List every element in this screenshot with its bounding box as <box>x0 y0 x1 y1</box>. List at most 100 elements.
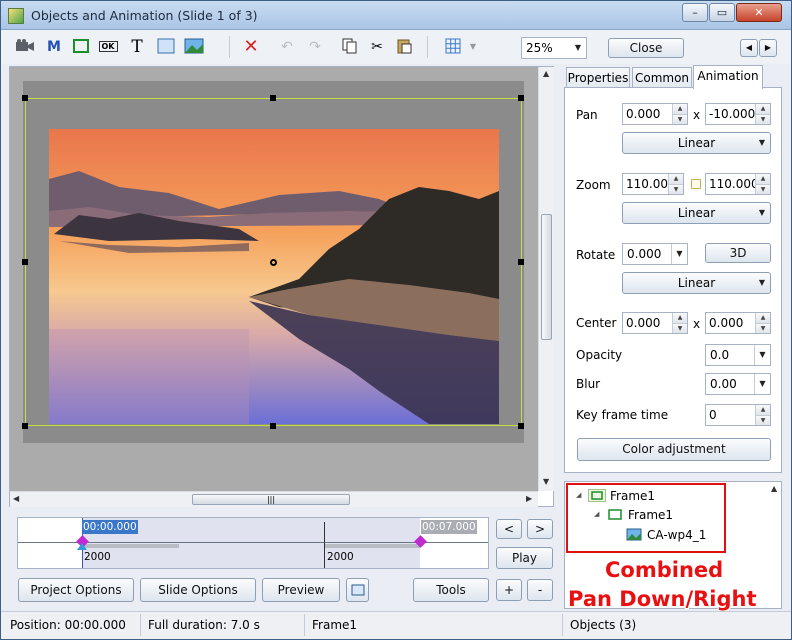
objects-animation-window: Objects and Animation (Slide 1 of 3) – ▭… <box>0 0 792 640</box>
horizontal-scroll-thumb[interactable]: ||| <box>192 494 350 505</box>
center-label: Center <box>576 316 617 330</box>
text-icon[interactable]: T <box>127 38 147 56</box>
preview-window-button[interactable] <box>346 578 369 602</box>
rotate-select[interactable]: 0.000 ▼ <box>622 243 688 265</box>
center-x-input[interactable]: 0.000 ▲ ▼ <box>622 312 688 334</box>
horizontal-scrollbar[interactable]: ◀ ||| ▶ <box>10 491 538 507</box>
tab-properties[interactable]: Properties <box>566 67 630 88</box>
resize-handle[interactable] <box>518 259 524 265</box>
redo-icon[interactable]: ↷ <box>305 38 325 56</box>
undo-icon[interactable]: ↶ <box>277 38 297 56</box>
blur-label: Blur <box>576 377 601 391</box>
zoom-y-input[interactable]: 110.000 ▲ ▼ <box>705 173 771 195</box>
end-time: 00:07.000 <box>421 520 477 534</box>
image-icon[interactable] <box>184 38 204 56</box>
slide-canvas[interactable]: ▲ ▼ ◀ ||| ▶ <box>9 66 554 507</box>
cut-icon[interactable]: ✂ <box>367 38 387 56</box>
paste-icon[interactable] <box>394 38 414 56</box>
rotate-3d-button[interactable]: 3D <box>705 243 771 263</box>
resize-handle[interactable] <box>518 95 524 101</box>
scroll-left-icon[interactable]: ◀ <box>13 494 19 503</box>
add-keyframe-button[interactable]: + <box>496 579 522 601</box>
keyframe-segment <box>82 544 179 548</box>
color-adjustment-button[interactable]: Color adjustment <box>577 438 771 461</box>
timeline[interactable]: 00:00.000 00:07.000 2000 2000 <box>17 517 489 569</box>
tools-button[interactable]: Tools <box>413 578 489 602</box>
maximize-button[interactable]: ▭ <box>709 3 735 22</box>
copy-icon[interactable] <box>340 38 360 56</box>
chevron-down-icon: ▼ <box>754 345 770 365</box>
vertical-scrollbar[interactable]: ▲ ▼ <box>538 67 554 491</box>
remove-keyframe-button[interactable]: - <box>527 579 553 601</box>
zoom-select[interactable]: 25% ▼ <box>521 37 587 59</box>
frame-icon[interactable] <box>71 38 91 56</box>
start-time: 00:00.000 <box>82 520 138 534</box>
keyframe-time-input[interactable]: 0 ▲ ▼ <box>705 404 771 426</box>
scroll-down-icon[interactable]: ▼ <box>543 477 549 486</box>
resize-handle[interactable] <box>270 423 276 429</box>
grid-dropdown-icon[interactable]: ▼ <box>463 38 483 56</box>
slide-next-button[interactable]: ▶ <box>759 39 777 57</box>
blur-select[interactable]: 0.00 ▼ <box>705 373 771 395</box>
status-separator <box>140 614 141 636</box>
canvas-stage <box>10 67 538 491</box>
center-y-input[interactable]: 0.000 ▲ ▼ <box>705 312 771 334</box>
tab-animation[interactable]: Animation <box>693 65 763 89</box>
scroll-right-icon[interactable]: ▶ <box>526 494 532 503</box>
resize-handle[interactable] <box>518 423 524 429</box>
animation-panel: Pan 0.000 ▲ ▼ x -10.000 ▲ ▼ Linear ▼ Zoom 110… <box>564 87 782 473</box>
zoom-mode-value: Linear <box>677 206 716 220</box>
play-button[interactable]: Play <box>496 547 553 569</box>
grid-icon[interactable] <box>443 38 463 56</box>
preview-button[interactable]: Preview <box>262 578 340 602</box>
minimize-button[interactable]: – <box>682 3 708 22</box>
pan-y-value: -10.000 <box>709 107 756 121</box>
pan-mode-select[interactable]: Linear ▼ <box>622 132 771 154</box>
chevron-down-icon: ▼ <box>671 244 687 264</box>
mask-m-icon[interactable]: M <box>44 38 64 56</box>
center-y-value: 0.000 <box>709 316 744 330</box>
pan-y-input[interactable]: -10.000 ▲ ▼ <box>705 103 771 125</box>
keyframe-time-label: Key frame time <box>576 408 669 422</box>
center-point-icon[interactable] <box>270 259 277 266</box>
slide-prev-button[interactable]: ◀ <box>740 39 758 57</box>
ok-button-icon[interactable]: OK <box>98 38 118 56</box>
project-options-button[interactable]: Project Options <box>18 578 134 602</box>
prev-keyframe-button[interactable]: < <box>496 519 522 539</box>
tab-common[interactable]: Common <box>632 67 692 88</box>
vertical-scroll-thumb[interactable] <box>541 214 552 340</box>
title-bar: Objects and Animation (Slide 1 of 3) – ▭… <box>1 1 791 30</box>
pan-x-input[interactable]: 0.000 ▲ ▼ <box>622 103 688 125</box>
opacity-select[interactable]: 0.0 ▼ <box>705 344 771 366</box>
resize-handle[interactable] <box>22 423 28 429</box>
opacity-value: 0.0 <box>710 348 730 362</box>
rotate-label: Rotate <box>576 248 616 262</box>
slide-options-button[interactable]: Slide Options <box>140 578 256 602</box>
resize-handle[interactable] <box>22 259 28 265</box>
chevron-down-icon: ▼ <box>758 278 766 287</box>
rectangle-icon[interactable] <box>156 38 176 56</box>
playhead-icon[interactable] <box>77 543 87 550</box>
window-icon <box>351 584 364 596</box>
window-title: Objects and Animation (Slide 1 of 3) <box>31 8 258 23</box>
scroll-up-icon[interactable]: ▲ <box>543 69 549 78</box>
toolbar-separator <box>229 36 230 58</box>
delete-icon[interactable]: ✕ <box>241 38 261 56</box>
scroll-up-icon[interactable]: ▲ <box>771 484 777 493</box>
close-window-button[interactable]: ✕ <box>736 3 782 22</box>
status-position: Position: 00:00.000 <box>10 618 126 632</box>
toolbar-separator <box>427 36 428 58</box>
resize-handle[interactable] <box>270 95 276 101</box>
zoom-mode-select[interactable]: Linear ▼ <box>622 202 771 224</box>
close-button[interactable]: Close <box>608 38 684 58</box>
zoom-label: Zoom <box>576 178 611 192</box>
zoom-x-input[interactable]: 110.000 ▲ ▼ <box>622 173 684 195</box>
zoom-link-checkbox[interactable] <box>691 179 701 189</box>
resize-handle[interactable] <box>22 95 28 101</box>
video-camera-icon[interactable] <box>15 38 35 56</box>
status-bar: Position: 00:00.000 Full duration: 7.0 s… <box>1 611 791 639</box>
keyframe-segment <box>324 544 420 548</box>
rotate-mode-select[interactable]: Linear ▼ <box>622 272 771 294</box>
pan-x-value: 0.000 <box>626 107 661 121</box>
next-keyframe-button[interactable]: > <box>527 519 553 539</box>
